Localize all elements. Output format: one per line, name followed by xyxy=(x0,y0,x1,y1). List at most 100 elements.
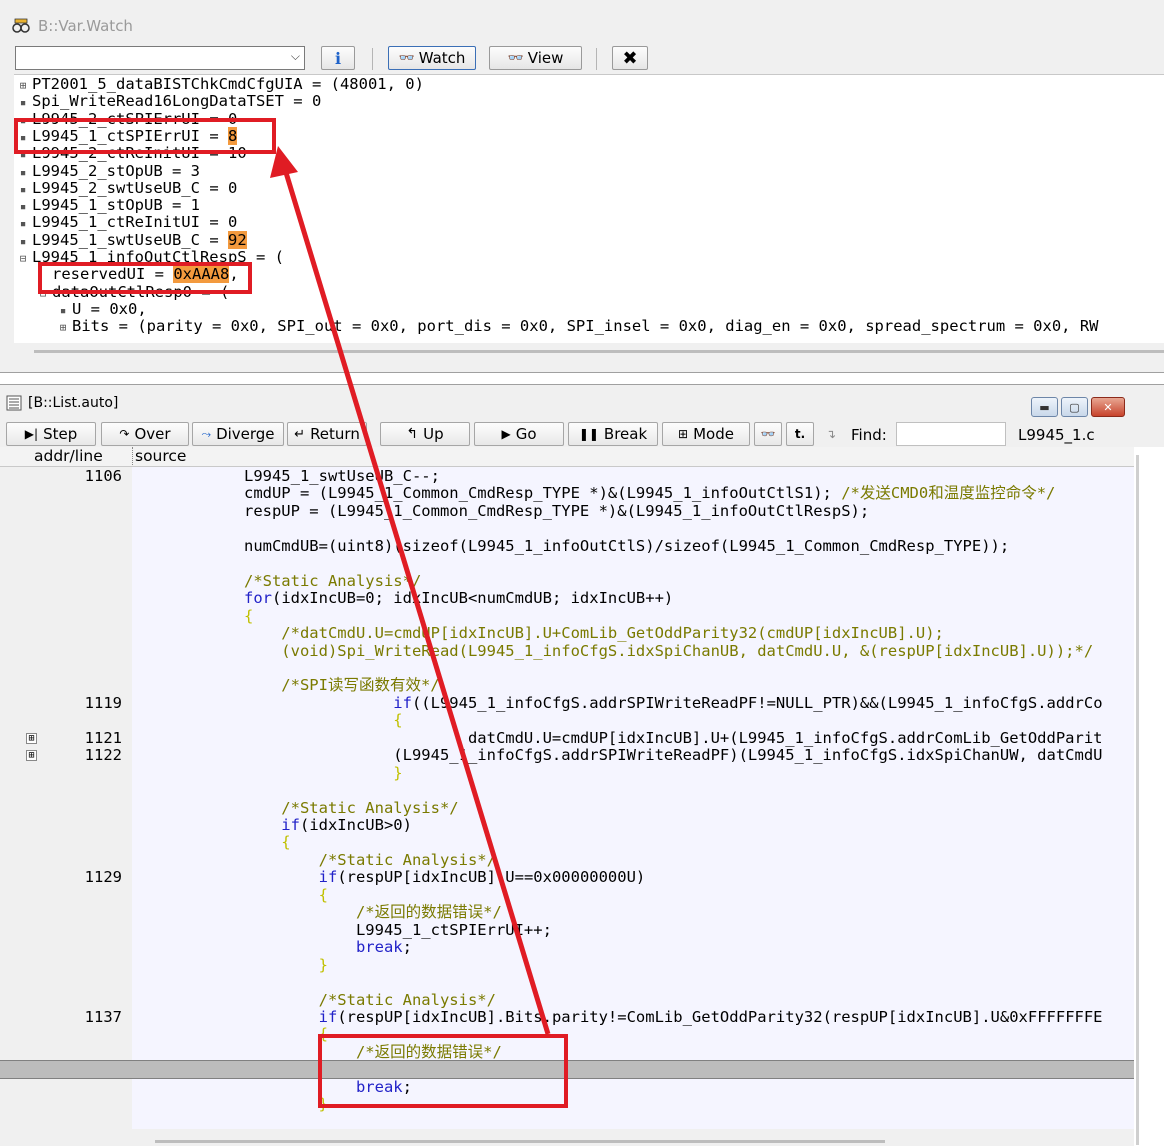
bullet-icon: ▪ xyxy=(19,96,27,110)
watch-variable-name: Bits xyxy=(72,317,110,336)
close-button[interactable]: ✕ xyxy=(1091,397,1125,417)
watch-variable-row[interactable]: ▪ L9945_1_ctReInitUI = 0 xyxy=(14,213,238,231)
source-line[interactable]: if(respUP[idxIncUB].U==0x00000000U) xyxy=(132,868,646,887)
source-line[interactable]: if(respUP[idxIncUB].Bits.parity!=ComLib_… xyxy=(132,1008,1103,1026)
watch-variable-value[interactable]: 3 xyxy=(191,162,200,180)
line-number[interactable]: 1122 xyxy=(56,747,122,764)
source-line[interactable]: cmdUP = (L9945_1_Common_CmdResp_TYPE *)&… xyxy=(132,485,1055,502)
line-number[interactable]: 1106 xyxy=(56,468,122,485)
go-button[interactable]: ▶ Go xyxy=(474,422,564,446)
tools-button[interactable]: ✖ xyxy=(612,46,648,70)
line-number[interactable]: 1129 xyxy=(56,869,122,886)
line-number[interactable]: 1121 xyxy=(56,729,122,747)
code-token: (respUP[idxIncUB].U==0x00000000U) xyxy=(337,868,646,887)
source-line[interactable]: numCmdUB=(uint8)(sizeof(L9945_1_infoOutC… xyxy=(132,537,1009,555)
watch-variable-row[interactable]: ▪ L9945_2_swtUseUB_C = 0 xyxy=(14,179,238,197)
line-number[interactable]: 1119 xyxy=(56,694,122,712)
watch-variable-value[interactable]: 92 xyxy=(227,230,247,249)
watch-variable-name: L9945_1_stOpUB xyxy=(32,196,163,215)
source-line[interactable]: /*Static Analysis*/ xyxy=(132,572,421,590)
expand-icon[interactable]: ⊞ xyxy=(54,319,72,336)
source-line[interactable]: /*Static Analysis*/ xyxy=(132,799,458,817)
watch-variable-value[interactable]: 1 xyxy=(191,196,200,214)
source-line[interactable]: { xyxy=(132,1026,328,1043)
break-button[interactable]: ❚❚ Break xyxy=(568,422,658,446)
return-button[interactable]: ↵ Return xyxy=(287,422,367,446)
expand-icon[interactable]: ⊞ xyxy=(26,750,37,762)
variable-combo-box[interactable]: ⌵ xyxy=(15,46,305,70)
up-button[interactable]: ↰ Up xyxy=(380,422,470,446)
code-token: L9945_1_ctSPIErrUI++; xyxy=(132,920,552,939)
source-line[interactable]: L9945_1_ctSPIErrUI++; xyxy=(132,920,552,939)
source-line[interactable]: { xyxy=(132,834,290,851)
find-input[interactable] xyxy=(896,422,1006,446)
watch-button-label: Watch xyxy=(418,49,466,67)
watch-horizontal-scrollbar[interactable] xyxy=(34,350,1164,353)
source-line[interactable]: L9945_1_swtUseUB_C--; xyxy=(132,468,440,485)
watch-variable-row[interactable]: ▪ U = 0x0, xyxy=(54,300,147,318)
list-horizontal-scrollbar[interactable] xyxy=(155,1140,885,1143)
expand-icon[interactable]: ⊞ xyxy=(26,732,37,744)
source-line[interactable]: (L9945_1_infoCfgS.addrSPIWriteReadPF)(L9… xyxy=(132,747,1102,764)
expand-icon[interactable]: ⊞ xyxy=(14,77,32,94)
watch-variable-value[interactable]: 0 xyxy=(228,179,237,197)
source-line[interactable]: { xyxy=(132,712,402,729)
watch-variable-value[interactable]: 0x0, xyxy=(109,300,146,318)
return-up-button[interactable]: t. xyxy=(786,422,814,446)
watch-variable-row[interactable]: ▪ Spi_WriteRead16LongDataTSET = 0 xyxy=(14,92,322,110)
source-line[interactable]: } xyxy=(132,763,403,782)
source-line[interactable]: for(idxIncUB=0; idxIncUB<numCmdUB; idxIn… xyxy=(132,590,673,607)
chevron-down-icon[interactable]: ⌵ xyxy=(291,49,300,64)
source-line[interactable]: /*Static Analysis*/ xyxy=(132,991,496,1009)
watch-variable-row[interactable]: ▪ L9945_1_stOpUB = 1 xyxy=(14,197,200,214)
maximize-button[interactable]: ▢ xyxy=(1061,397,1088,417)
code-token: /*返回的数据错误*/ xyxy=(132,903,502,922)
step-button[interactable]: ▶| Step xyxy=(6,422,96,446)
view-button[interactable]: 👓 View xyxy=(489,46,582,70)
watch-variable-row[interactable]: ▪ L9945_2_stOpUB = 3 xyxy=(14,161,200,180)
watch-variable-value[interactable]: (parity = 0x0, SPI_out = 0x0, port_dis =… xyxy=(137,317,1098,335)
list-vertical-scrollbar[interactable] xyxy=(1134,447,1164,1146)
source-line[interactable]: respUP = (L9945_1_Common_CmdResp_TYPE *)… xyxy=(132,502,869,520)
source-line[interactable]: } xyxy=(132,956,328,974)
column-addr-line[interactable]: addr/line xyxy=(34,447,103,465)
line-number[interactable]: 1137 xyxy=(56,1008,122,1026)
source-line[interactable]: if(idxIncUB>0) xyxy=(132,817,412,834)
watch-variable-row[interactable]: ⊞ Bits = (parity = 0x0, SPI_out = 0x0, po… xyxy=(54,318,1099,335)
break-label: Break xyxy=(603,425,648,443)
source-code-listing[interactable]: L9945_1_swtUseUB_C--; cmdUP = (L9945_1_C… xyxy=(132,467,1134,1129)
source-line[interactable]: /*Static Analysis*/ xyxy=(132,851,496,869)
mode-button[interactable]: ⊞ Mode xyxy=(662,422,750,446)
step-into-button[interactable]: ↴ xyxy=(818,422,844,446)
source-line[interactable]: break; xyxy=(132,939,412,956)
source-line[interactable]: if((L9945_1_infoCfgS.addrSPIWriteReadPF!… xyxy=(132,694,1102,712)
source-line[interactable]: /*返回的数据错误*/ xyxy=(132,904,502,921)
watch-button[interactable]: 👓 Watch xyxy=(388,46,476,70)
column-source[interactable]: source xyxy=(132,447,186,465)
watch-view-button[interactable]: 👓 xyxy=(754,422,782,446)
diverge-button[interactable]: ⤳ Diverge xyxy=(192,422,284,446)
watch-variable-value[interactable]: (48001, 0) xyxy=(331,75,424,93)
watch-variable-list[interactable]: ⊞ PT2001_5_dataBISTChkCmdCfgUIA = (48001,… xyxy=(14,74,1164,343)
over-button[interactable]: ↷ Over xyxy=(101,422,189,446)
equals-sign: = xyxy=(162,161,191,180)
code-token: break xyxy=(132,938,403,957)
source-line[interactable]: { xyxy=(132,886,328,904)
minimize-button[interactable]: ▬ xyxy=(1031,397,1058,417)
source-line[interactable]: datCmdU.U=cmdUP[idxIncUB].U+(L9945_1_inf… xyxy=(132,729,1103,747)
up-arrow-icon: ↰ xyxy=(406,426,419,442)
watch-variable-value[interactable]: 0 xyxy=(312,92,321,110)
glasses-icon: 👓 xyxy=(760,427,776,441)
code-token: } xyxy=(132,763,403,782)
watch-variable-value[interactable]: ( xyxy=(275,248,284,266)
source-line[interactable]: /*datCmdU.U=cmdUP[idxIncUB].U+ComLib_Get… xyxy=(132,625,944,642)
watch-variable-row[interactable]: ⊞ PT2001_5_dataBISTChkCmdCfgUIA = (48001,… xyxy=(14,76,424,93)
info-button[interactable]: ℹ xyxy=(321,46,355,70)
watch-variable-row[interactable]: ▪ L9945_1_swtUseUB_C = 92 xyxy=(14,230,247,249)
source-line[interactable]: /*SPI读写函数有效*/ xyxy=(132,677,439,694)
watch-variable-value[interactable]: 0 xyxy=(228,213,237,231)
source-line[interactable]: } xyxy=(132,1096,328,1113)
collapse-icon[interactable]: ⊟ xyxy=(14,250,32,267)
source-line[interactable]: { xyxy=(132,607,253,625)
source-line[interactable]: (void)Spi_WriteRead(L9945_1_infoCfgS.idx… xyxy=(132,642,1093,660)
